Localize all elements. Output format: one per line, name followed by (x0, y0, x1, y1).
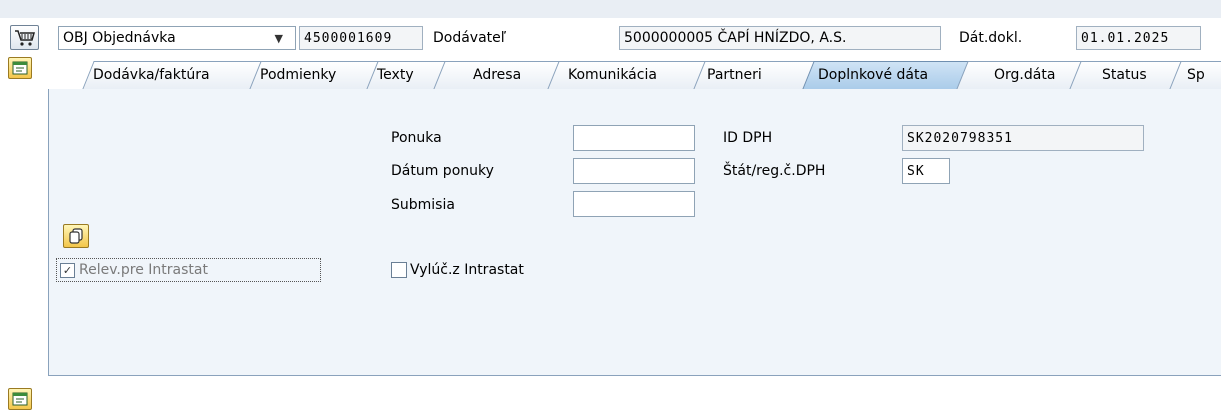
doc-type-value: OBJ Objednávka (63, 30, 176, 46)
doc-date-value: 01.01.2025 (1081, 30, 1170, 46)
vendor-label: Dodávateľ (433, 30, 507, 46)
vendor-field[interactable]: 5000000005 ČAPÍ HNÍZDO, A.S. (619, 26, 941, 50)
intrastat-exclude-checkbox[interactable]: Vylúč.z Intrastat (391, 260, 524, 280)
tab-adresa[interactable]: Adresa (473, 61, 521, 89)
intrastat-exclude-label: Vylúč.z Intrastat (410, 262, 524, 278)
doc-date-field[interactable]: 01.01.2025 (1076, 26, 1201, 50)
intrastat-relevant-checkbox[interactable]: ✓ Relev.pre Intrastat (56, 258, 321, 282)
expand-items-icon (12, 392, 28, 406)
top-strip (0, 0, 1221, 18)
expand-header-button[interactable] (8, 57, 32, 79)
tab-partneri[interactable]: Partneri (707, 61, 762, 89)
expand-header-icon (12, 61, 28, 75)
submission-label: Submisia (391, 197, 455, 213)
vat-id-value: SK2020798351 (907, 130, 1013, 146)
tab-komunikacia[interactable]: Komunikácia (568, 61, 657, 89)
doc-type-select[interactable]: OBJ Objednávka ▼ (58, 26, 296, 50)
copy-button[interactable] (63, 224, 89, 248)
expand-items-button[interactable] (8, 388, 32, 410)
checkbox-checked-icon: ✓ (60, 262, 75, 278)
offer-date-input[interactable] (573, 158, 695, 184)
tab-status[interactable]: Status (1102, 61, 1147, 89)
checkbox-unchecked-icon (391, 262, 407, 278)
vendor-value: 5000000005 ČAPÍ HNÍZDO, A.S. (624, 30, 847, 46)
offer-label: Ponuka (391, 130, 442, 146)
submission-input[interactable] (573, 191, 695, 217)
shopping-cart-icon (14, 29, 35, 46)
tab-texty[interactable]: Texty (377, 61, 414, 89)
offer-input[interactable] (573, 125, 695, 151)
cart-button[interactable] (10, 25, 39, 50)
doc-number-value: 4500001609 (304, 30, 393, 46)
vat-country-value: SK (907, 163, 925, 179)
tab-org-data[interactable]: Org.dáta (994, 61, 1055, 89)
chevron-down-icon: ▼ (274, 32, 283, 45)
vat-country-label: Štát/reg.č.DPH (723, 163, 826, 179)
vat-country-field[interactable]: SK (902, 158, 950, 184)
vat-id-field[interactable]: SK2020798351 (902, 125, 1144, 151)
doc-number-field[interactable]: 4500001609 (299, 26, 423, 50)
tab-podmienky[interactable]: Podmienky (260, 61, 336, 89)
tab-doplnkove-data[interactable]: Doplnkové dáta (818, 61, 928, 89)
offer-date-label: Dátum ponuky (391, 163, 494, 179)
copy-icon (69, 228, 83, 244)
tab-sp[interactable]: Sp (1187, 61, 1205, 89)
tab-dodavka-faktura[interactable]: Dodávka/faktúra (93, 61, 210, 89)
intrastat-relevant-label: Relev.pre Intrastat (79, 262, 208, 278)
doc-date-label: Dát.dokl. (959, 30, 1023, 46)
vat-id-label: ID DPH (723, 130, 773, 146)
